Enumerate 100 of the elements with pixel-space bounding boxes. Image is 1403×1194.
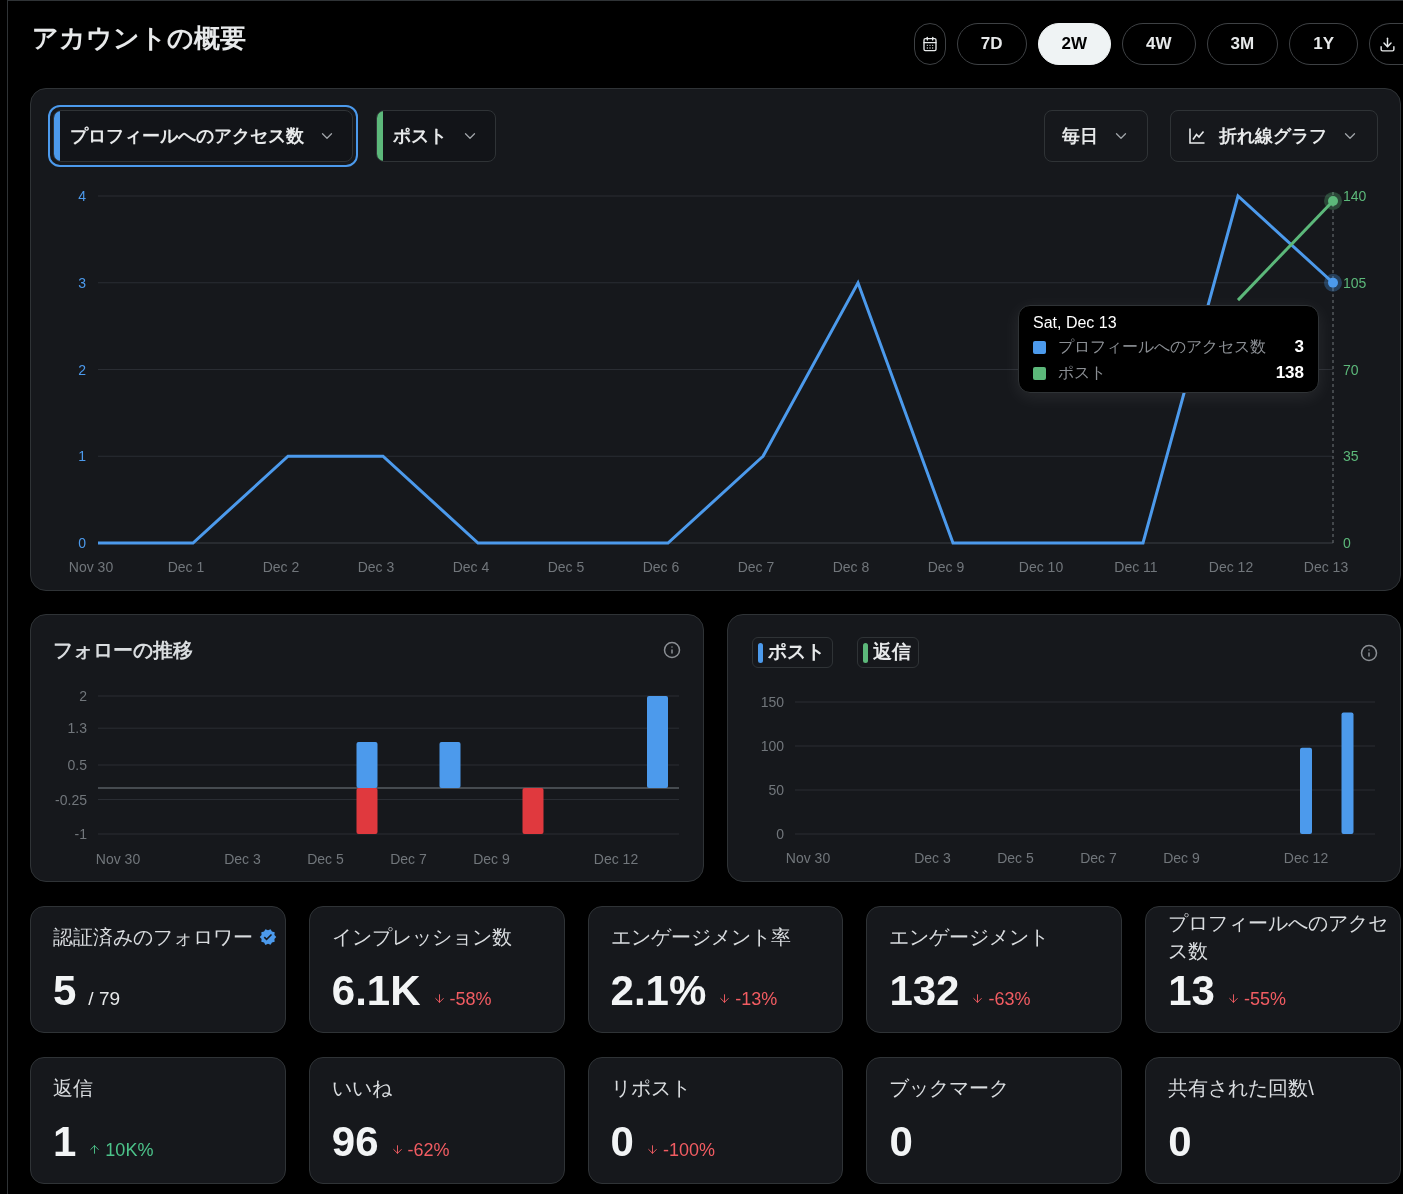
stat-value: 0 [610,1118,634,1166]
stat-label: 返信 [53,1076,93,1101]
download-icon [1379,35,1396,53]
info-icon[interactable] [1360,643,1378,662]
axis-label: 140 [1343,188,1367,204]
chart-bar [356,742,378,788]
axis-label: Dec 8 [832,559,870,575]
stat-label: ブックマーク [889,1076,1010,1101]
axis-label: -0.25 [55,791,87,808]
info-icon[interactable] [663,641,681,659]
axis-label: -1 [74,826,87,842]
legend-toggle[interactable]: ポスト [752,637,833,668]
axis-label: Dec 7 [390,851,427,867]
series-value: 138 [1275,363,1304,383]
stat-total: / 79 [88,988,121,1010]
down-arrow-icon [718,992,732,1005]
axis-label: 0 [1343,535,1351,551]
stat-label: プロフィールへのアクセス数 [1168,911,1390,964]
axis-label: Dec 5 [547,559,585,575]
chart-bar [522,788,544,834]
stat-label: エンゲージメント [889,925,1050,950]
stat-value: 0 [889,1118,913,1166]
change-percent: -62% [407,1139,450,1161]
series-value: 3 [1294,337,1304,357]
series-label: プロフィールへのアクセス数 [1058,337,1266,357]
chart-bar [356,788,378,834]
axis-label: 3 [78,274,86,291]
axis-label: Dec 11 [1114,559,1158,575]
axis-label: 0 [78,535,86,551]
axis-label: Dec 1 [167,559,205,575]
down-arrow-icon [432,992,446,1005]
axis-label: 50 [768,782,784,798]
line-chart-icon [1189,128,1205,144]
axis-label: 1 [78,448,86,465]
stat-label: いいね [331,1076,392,1101]
calendar-icon [921,36,938,52]
stat-value: 6.1K [331,967,421,1015]
stat-label: リポスト [610,1076,691,1101]
chart-type-dropdown[interactable]: 折れ線グラフ [1170,110,1378,162]
axis-label: Nov 30 [785,850,831,866]
change-percent: -58% [449,988,492,1010]
stat-label: インプレッション数 [331,925,512,950]
stat-value: 132 [889,967,960,1015]
axis-label: Dec 12 [1283,850,1329,866]
stat-value: 96 [331,1118,379,1166]
stat-value: 2.1% [610,967,707,1015]
down-arrow-icon [390,1143,404,1156]
range-tab[interactable]: 2W [1037,23,1112,65]
axis-label: 35 [1343,448,1359,465]
page-title: アカウントの概要 [32,22,246,54]
axis-label: Dec 6 [642,559,680,575]
down-arrow-icon [1226,992,1240,1005]
interval-dropdown[interactable]: 毎日 [1044,110,1148,162]
axis-label: 0 [776,826,784,842]
axis-label: Dec 12 [593,851,639,867]
chart-bar [439,742,461,788]
axis-label: 4 [78,188,86,204]
axis-label: Dec 3 [357,559,395,575]
stat-value: 0 [1168,1118,1192,1166]
axis-label: Dec 9 [1163,850,1200,866]
axis-label: Dec 7 [1080,850,1117,866]
axis-label: Dec 3 [224,851,261,867]
down-arrow-icon [645,1143,659,1156]
legend-toggle[interactable]: 返信 [857,637,919,668]
data-point [1324,191,1342,210]
axis-label: Dec 7 [737,559,775,575]
stat-value: 13 [1168,967,1215,1015]
axis-label: Dec 12 [1208,559,1254,575]
axis-label: 2 [79,688,87,704]
axis-label: Dec 5 [997,850,1034,866]
stat-value: 1 [53,1118,77,1166]
axis-label: Dec 2 [262,559,300,575]
axis-label: 150 [760,694,784,710]
stat-value: 5 [53,967,77,1015]
change-percent: -100% [662,1139,715,1161]
data-point [1324,273,1342,292]
axis-label: 105 [1343,274,1367,291]
axis-label: Nov 30 [68,559,114,575]
axis-label: 1.3 [67,720,87,737]
series-label: ポスト [1058,363,1106,383]
axis-label: 0.5 [67,757,87,773]
stat-label: 共有された回数\ [1168,1076,1314,1101]
metric-dropdown[interactable]: ポスト [376,110,496,162]
stat-label: 認証済みのフォロワー [53,925,253,950]
stat-label: エンゲージメント率 [610,925,791,950]
axis-label: Nov 30 [95,851,141,867]
card-title: フォローの推移 [53,638,193,663]
change-percent: 10K% [105,1139,154,1161]
tooltip-title: Sat, Dec 13 [1033,313,1118,333]
axis-label: Dec 13 [1303,559,1349,575]
down-arrow-icon [971,992,985,1005]
axis-label: Dec 4 [452,559,490,575]
change-percent: -55% [1243,988,1286,1010]
up-arrow-icon [88,1143,102,1156]
axis-label: Dec 3 [914,850,951,866]
axis-label: Dec 10 [1018,559,1064,575]
axis-label: Dec 9 [473,851,510,867]
change-percent: -63% [988,988,1031,1010]
metric-dropdown[interactable]: プロフィールへのアクセス数 [48,105,358,167]
axis-label: Dec 9 [927,559,965,575]
